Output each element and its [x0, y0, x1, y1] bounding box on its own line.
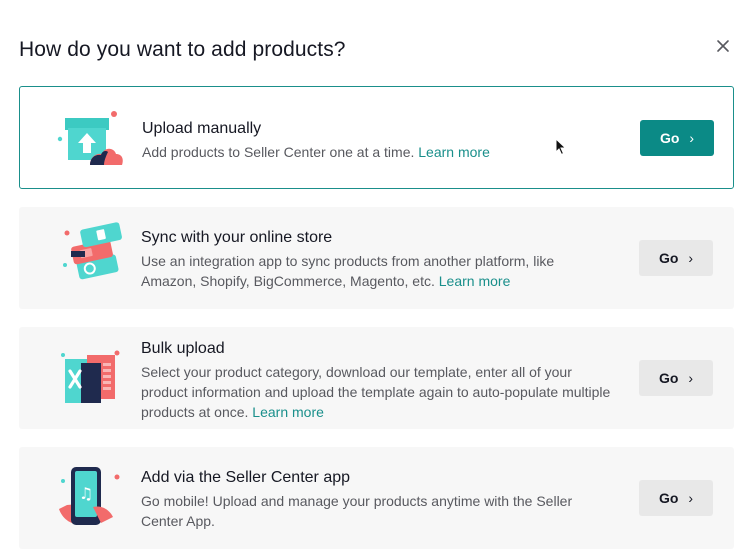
go-button-label: Go: [659, 130, 680, 146]
chevron-right-icon: ›: [688, 490, 694, 506]
mobile-app-icon: ♫: [59, 467, 120, 525]
go-button-upload-manually[interactable]: Go ›: [640, 120, 714, 156]
option-description: Add products to Seller Center one at a t…: [142, 144, 490, 160]
option-title: Sync with your online store: [141, 229, 333, 246]
option-description: Use an integration app to sync products …: [141, 253, 555, 289]
option-description: Select your product category, download o…: [141, 364, 611, 420]
go-button-bulk-upload[interactable]: Go ›: [639, 360, 713, 396]
option-bulk-upload[interactable]: Bulk upload Select your product category…: [19, 327, 734, 429]
option-text: Sync with your online store Use an integ…: [141, 228, 611, 291]
option-sync-online-store[interactable]: Sync with your online store Use an integ…: [19, 207, 734, 309]
go-button-label: Go: [658, 370, 679, 386]
go-button-seller-center-app[interactable]: Go ›: [639, 480, 713, 516]
upload-box-icon: [57, 111, 123, 165]
option-title: Bulk upload: [141, 340, 225, 357]
option-title: Upload manually: [142, 120, 262, 137]
option-upload-manually[interactable]: Upload manually Add products to Seller C…: [19, 86, 734, 189]
close-icon[interactable]: [714, 37, 732, 55]
option-text: Upload manually Add products to Seller C…: [142, 119, 612, 162]
chevron-right-icon: ›: [688, 370, 694, 386]
option-seller-center-app[interactable]: ♫ Add via the Seller Center app Go mobil…: [19, 447, 734, 549]
svg-text:♫: ♫: [79, 484, 93, 503]
go-button-sync-online-store[interactable]: Go ›: [639, 240, 713, 276]
learn-more-link[interactable]: Learn more: [439, 273, 511, 289]
go-button-label: Go: [658, 250, 679, 266]
learn-more-link[interactable]: Learn more: [252, 404, 324, 420]
add-products-dialog: How do you want to add products? Upload …: [0, 0, 750, 560]
chevron-right-icon: ›: [688, 250, 694, 266]
mouse-cursor-icon: [555, 138, 567, 156]
option-description: Go mobile! Upload and manage your produc…: [141, 493, 573, 529]
option-text: Add via the Seller Center app Go mobile!…: [141, 468, 611, 531]
option-title: Add via the Seller Center app: [141, 469, 351, 486]
option-text: Bulk upload Select your product category…: [141, 339, 611, 422]
chevron-right-icon: ›: [689, 130, 695, 146]
spreadsheet-icon: [61, 350, 120, 403]
dialog-title: How do you want to add products?: [19, 38, 346, 61]
sync-cards-icon: [63, 222, 122, 280]
learn-more-link[interactable]: Learn more: [418, 144, 490, 160]
go-button-label: Go: [658, 490, 679, 506]
